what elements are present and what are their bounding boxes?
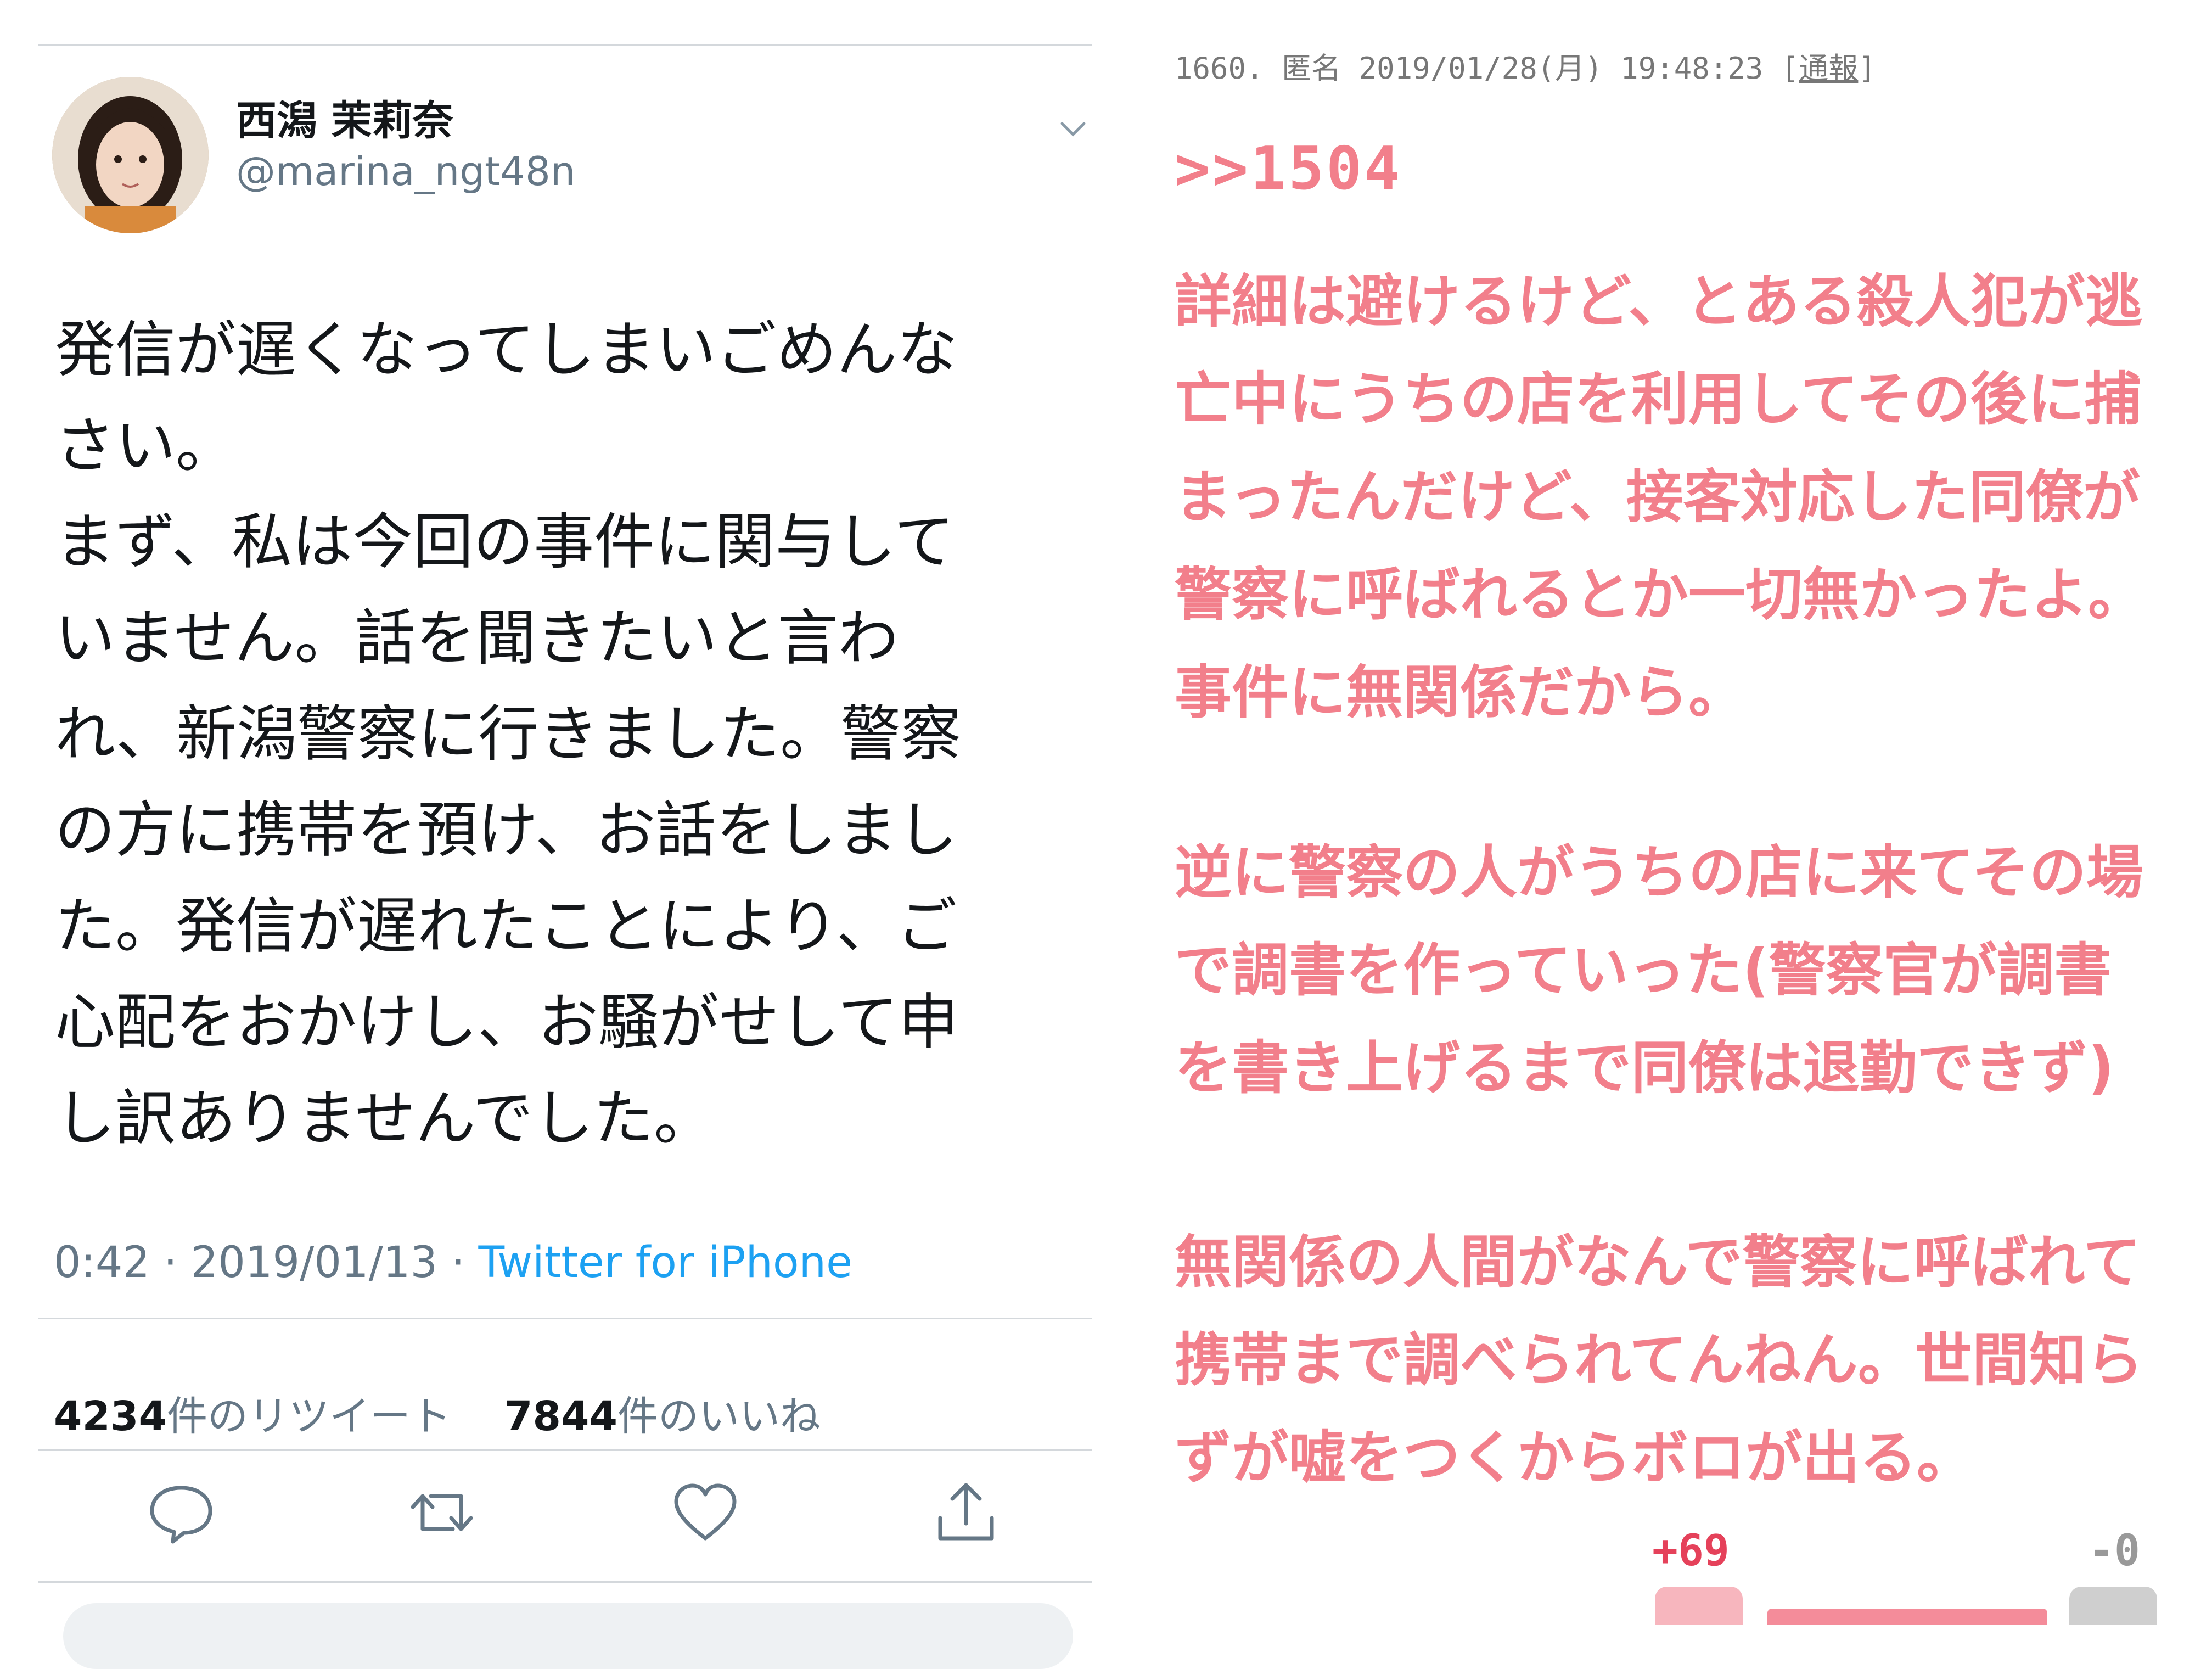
avatar[interactable]: [52, 77, 209, 233]
like-stat[interactable]: 7844件のいいね: [504, 1393, 821, 1440]
retweet-stat[interactable]: 4234件のリツイート: [54, 1393, 451, 1440]
post-paragraph: 逆に警察の人がうちの店に来てその場 で調書を作っていった(警察官が調書 を書き上…: [1175, 839, 2143, 1101]
user-handle[interactable]: @marina_ngt48n: [236, 148, 575, 194]
share-icon[interactable]: [930, 1477, 1002, 1548]
reply-anchor-link[interactable]: >>1504: [1175, 135, 1402, 203]
retweet-label: 件のリツイート: [166, 1393, 451, 1440]
tweet-stats: 4234件のリツイート 7844件のいいね: [54, 1384, 821, 1442]
stats-top-divider: [38, 1318, 1092, 1319]
report-bracket-close: ]: [1858, 51, 1876, 86]
tweet-time: 0:42: [54, 1238, 150, 1287]
report-bracket-open: [: [1781, 51, 1799, 86]
chevron-down-icon[interactable]: [1057, 113, 1090, 145]
upvote-count: +69: [1652, 1526, 1730, 1576]
display-name[interactable]: 西潟 茉莉奈: [236, 88, 453, 147]
upvote-button[interactable]: [1655, 1587, 1743, 1625]
next-tweet-card-edge: [63, 1603, 1073, 1669]
post-paragraph: 詳細は避けるけど、とある殺人犯が逃 亡中にうちの店を利用してその後に捕 まったん…: [1175, 268, 2146, 726]
reply-icon[interactable]: [145, 1477, 217, 1548]
like-icon[interactable]: [670, 1477, 741, 1548]
avatar-image: [52, 77, 209, 233]
post-author: 匿名: [1282, 51, 1341, 86]
tweet-date: 2019/01/13: [190, 1238, 438, 1287]
retweet-icon[interactable]: [406, 1477, 478, 1548]
post-paragraph: 無関係の人間がなんで警察に呼ばれて 携帯まで調べられてんねん。世間知ら ずが嘘を…: [1175, 1229, 2143, 1491]
post-header: 1660. 匿名 2019/01/28(月) 19:48:23 [通報]: [1175, 44, 1876, 87]
meta-separator: ·: [451, 1238, 479, 1287]
like-count: 7844: [504, 1393, 617, 1440]
report-link[interactable]: 通報: [1799, 51, 1858, 86]
tweet-text: 発信が遅くなってしまいごめんな さい。 まず、私は今回の事件に関与して いません…: [55, 315, 962, 1153]
vote-ratio-bar: [1767, 1609, 2047, 1625]
tweet-card: 西潟 茉莉奈 @marina_ngt48n 発信が遅くなってしまいごめんな さい…: [38, 44, 1092, 1669]
actions-bottom-divider: [38, 1581, 1092, 1583]
tweet-source-link[interactable]: Twitter for iPhone: [479, 1238, 853, 1287]
post-datetime: 2019/01/28(月) 19:48:23: [1358, 51, 1764, 86]
actions-top-divider: [38, 1449, 1092, 1451]
forum-post: 1660. 匿名 2019/01/28(月) 19:48:23 [通報] >>1…: [1175, 33, 2196, 1625]
meta-separator: ·: [163, 1238, 191, 1287]
like-label: 件のいいね: [617, 1393, 821, 1440]
tweet-meta: 0:42 · 2019/01/13 · Twitter for iPhone: [54, 1238, 852, 1287]
top-divider: [38, 44, 1092, 46]
downvote-button[interactable]: [2069, 1587, 2157, 1625]
retweet-count: 4234: [54, 1393, 167, 1440]
post-number: 1660.: [1175, 51, 1264, 86]
downvote-count: -0: [2089, 1526, 2140, 1576]
